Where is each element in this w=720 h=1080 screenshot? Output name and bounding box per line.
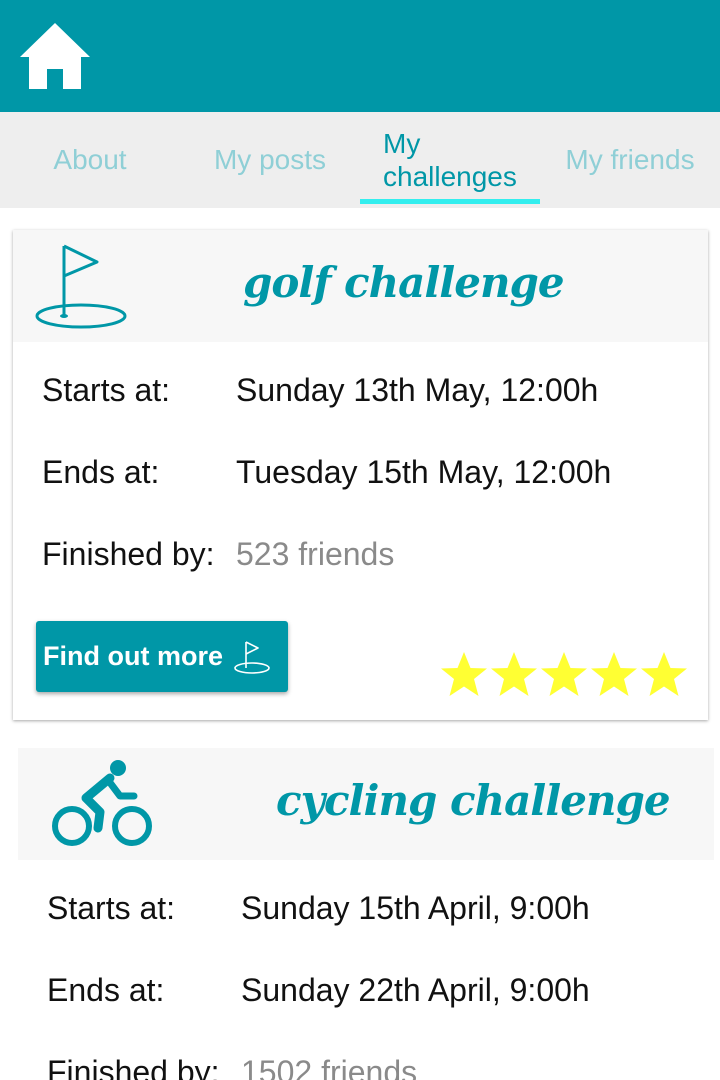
cycling-icon — [48, 756, 158, 852]
card-header: cycling challenge — [18, 748, 714, 860]
tab-my-friends-label: My friends — [565, 144, 695, 175]
challenge-card-golf: golf challenge Starts at: Sunday 13th Ma… — [13, 230, 708, 720]
tab-my-friends[interactable]: My friends — [540, 112, 720, 208]
tab-my-posts-label: My posts — [213, 144, 327, 175]
tab-about-label: About — [53, 144, 127, 175]
golf-flag-icon — [31, 240, 131, 332]
tab-my-challenges[interactable]: My challenges — [360, 112, 540, 208]
star-icon — [589, 650, 639, 700]
find-out-more-label: Find out more — [43, 641, 223, 671]
tab-bar: About My posts My challenges My friends — [0, 112, 720, 208]
tab-my-posts[interactable]: My posts — [180, 112, 360, 208]
start-label: Starts at: — [42, 372, 171, 408]
star-icon — [539, 650, 589, 700]
find-out-more-button[interactable]: Find out more — [36, 621, 288, 692]
end-label: Ends at: — [47, 972, 165, 1008]
end-value: Tuesday 15th May, 12:00h — [236, 454, 612, 490]
challenge-title: cycling challenge — [276, 776, 671, 825]
start-value: Sunday 13th May, 12:00h — [236, 372, 599, 408]
golf-flag-icon — [233, 639, 271, 675]
start-label: Starts at: — [47, 890, 176, 926]
finished-value: 1502 friends — [241, 1054, 418, 1080]
star-icon — [439, 650, 489, 700]
tab-about[interactable]: About — [0, 112, 180, 208]
start-value: Sunday 15th April, 9:00h — [241, 890, 590, 926]
card-header: golf challenge — [13, 230, 708, 342]
finished-label: Finished by: — [47, 1054, 220, 1080]
finished-label: Finished by: — [42, 536, 215, 572]
end-value: Sunday 22th April, 9:00h — [241, 972, 590, 1008]
home-icon — [20, 23, 90, 89]
top-bar — [0, 0, 720, 112]
finished-value: 523 friends — [236, 536, 395, 572]
home-button[interactable] — [17, 21, 93, 91]
challenge-title: golf challenge — [243, 258, 565, 307]
star-icon — [489, 650, 539, 700]
active-tab-indicator — [360, 199, 540, 204]
star-icon — [639, 650, 689, 700]
challenge-card-cycling: cycling challenge Starts at: Sunday 15th… — [18, 748, 714, 1080]
tab-my-challenges-label: My challenges — [383, 128, 517, 192]
rating-stars — [439, 650, 689, 700]
end-label: Ends at: — [42, 454, 160, 490]
